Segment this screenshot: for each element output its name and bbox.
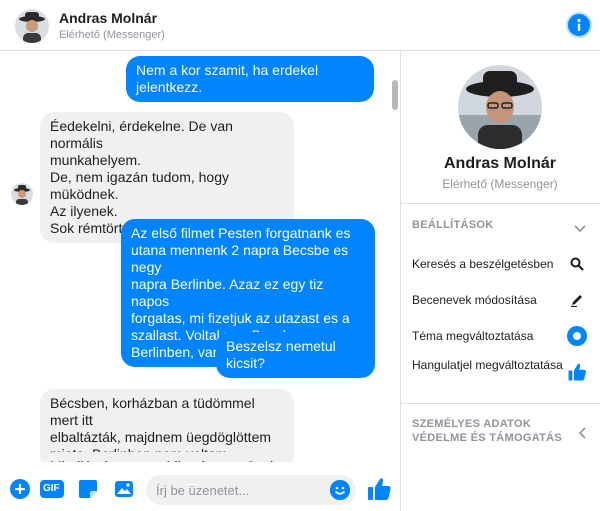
message-input[interactable] <box>146 475 356 505</box>
chevron-down-icon <box>574 225 586 233</box>
option-search-conversation[interactable]: Keresés a beszélgetésben <box>412 257 553 272</box>
chat-scrollbar[interactable] <box>392 80 398 110</box>
profile-name: Andras Molnár <box>443 155 556 172</box>
message-bubble-outgoing[interactable]: Nem a kor szamit, ha erdekel jelentkezz. <box>126 56 374 102</box>
plus-icon <box>10 479 30 499</box>
thumbs-up-icon <box>368 478 391 500</box>
settings-collapse-toggle[interactable] <box>574 220 586 238</box>
contact-name[interactable]: Andras Molnár <box>59 10 157 26</box>
avatar[interactable] <box>15 9 49 43</box>
sticker-button[interactable] <box>78 479 98 499</box>
smiley-icon <box>330 480 350 500</box>
message-bubble-incoming[interactable]: Mindjárt írom a mobil számom. Csak <box>40 452 294 462</box>
gif-label: GIF <box>43 483 60 494</box>
profile-avatar[interactable] <box>458 65 542 149</box>
photo-button[interactable] <box>114 479 134 499</box>
option-edit-nicknames[interactable]: Becenevek módosítása <box>412 293 537 308</box>
contact-status: Elérhető (Messenger) <box>59 29 165 41</box>
chevron-left-icon <box>578 427 586 439</box>
sender-avatar <box>11 183 33 205</box>
sticker-icon <box>79 480 97 498</box>
option-change-emoji[interactable]: Hangulatjel megváltoztatása <box>412 358 563 373</box>
pencil-icon[interactable] <box>566 289 588 311</box>
image-icon <box>115 481 133 497</box>
gif-button[interactable]: GIF <box>40 479 64 499</box>
divider <box>401 403 600 404</box>
message-bubble-outgoing[interactable]: Beszelsz nemetul kicsit? <box>216 332 375 378</box>
theme-circle-icon[interactable] <box>566 325 588 347</box>
search-icon[interactable] <box>566 253 588 275</box>
profile-status: Elérhető (Messenger) <box>442 177 558 191</box>
info-button[interactable] <box>566 12 592 38</box>
info-icon <box>577 18 581 31</box>
divider <box>401 203 600 204</box>
thumbs-up-icon[interactable] <box>566 361 588 383</box>
option-change-theme[interactable]: Téma megváltoztatása <box>412 329 533 344</box>
panel-divider <box>400 51 401 511</box>
message-list[interactable]: Nem a kor szamit, ha erdekel jelentkezz.… <box>0 52 400 462</box>
conversation-header: Andras Molnár Elérhető (Messenger) <box>0 0 600 51</box>
like-button[interactable] <box>366 476 392 502</box>
composer: GIF <box>0 467 400 511</box>
privacy-section-title[interactable]: SZEMÉLYES ADATOK VÉDELME ÉS TÁMOGATÁS <box>412 417 562 445</box>
privacy-expand-toggle[interactable] <box>578 426 586 444</box>
emoji-button[interactable] <box>330 480 350 500</box>
settings-section-title[interactable]: BEÁLLÍTÁSOK <box>412 218 494 232</box>
add-more-button[interactable] <box>10 479 30 499</box>
